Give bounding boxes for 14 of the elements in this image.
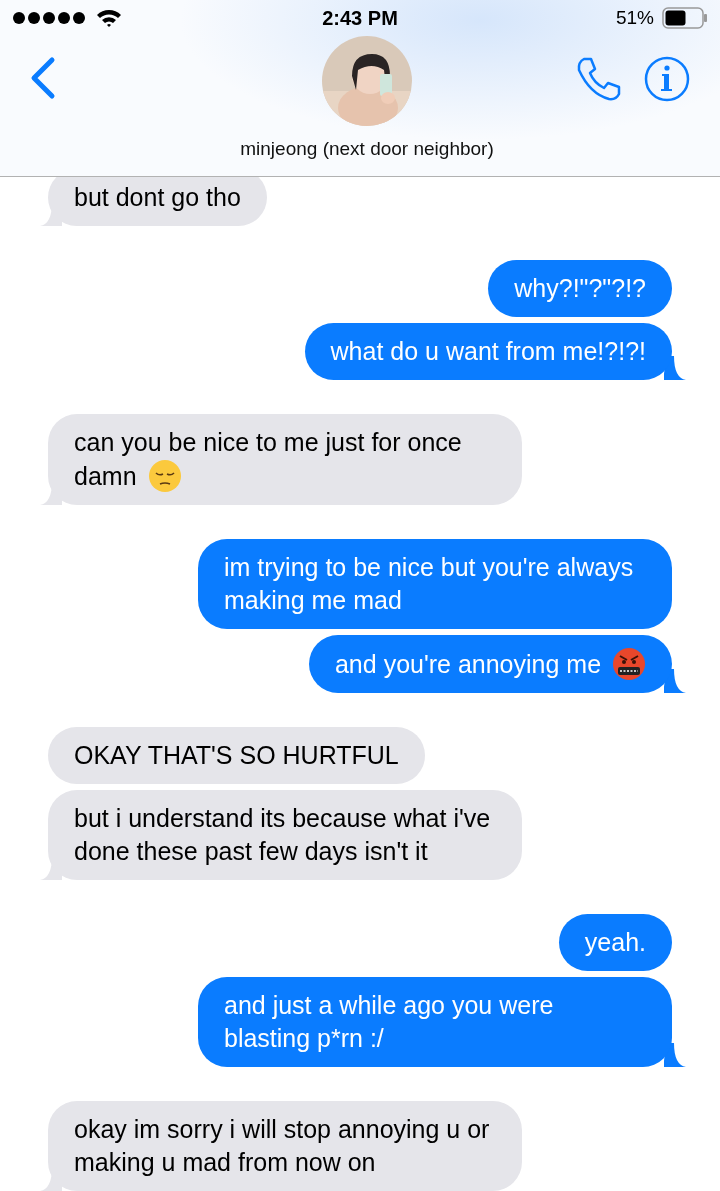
status-time: 2:43 PM xyxy=(322,6,398,30)
sent-message: and just a while ago you were blasting p*rn :/ xyxy=(198,977,684,1067)
signal-icon xyxy=(12,11,88,25)
received-message: but i understand its because what i've done these past few days isn't it xyxy=(40,790,522,880)
received-message: okay im sorry i will stop annoying u or making u mad from now on xyxy=(40,1101,522,1191)
angry-face-icon xyxy=(612,647,646,681)
contact-name[interactable]: minjeong (next door neighbor) xyxy=(240,138,494,160)
received-message: can you be nice to me just for once damn xyxy=(40,414,522,505)
battery-percent: 51% xyxy=(615,7,654,29)
pensive-face-icon xyxy=(147,459,182,493)
wifi-icon xyxy=(96,8,122,28)
sent-message: what do u want from me!?!?! xyxy=(304,323,684,380)
battery-icon xyxy=(662,7,708,29)
sent-message: and you're annoying me xyxy=(308,635,684,693)
